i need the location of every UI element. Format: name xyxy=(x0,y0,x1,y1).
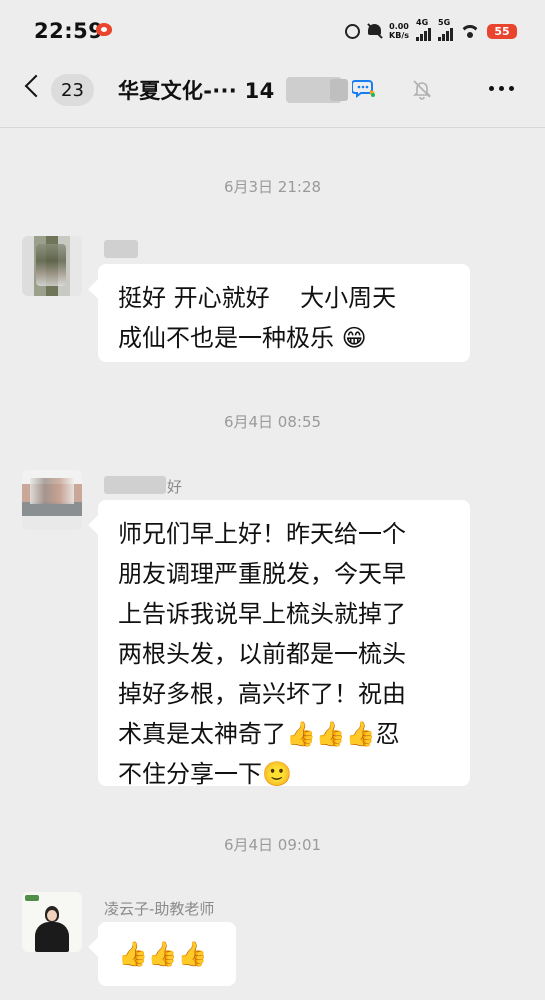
thumbs-up-emoji-icon: 👍👍👍 xyxy=(286,720,376,748)
avatar[interactable] xyxy=(22,892,82,952)
sender-name: 好 xyxy=(167,478,183,496)
message-line: 成仙不也是一种极乐 😁 xyxy=(118,318,450,358)
timestamp: 6月3日 21:28 xyxy=(223,178,322,196)
message-line: 术真是太神奇了👍👍👍忍 xyxy=(118,714,450,754)
group-chat-tag-icon[interactable] xyxy=(352,78,376,98)
weibo-notification-icon xyxy=(96,23,112,36)
message-line: 师兄们早上好！昨天给一个 xyxy=(118,520,406,548)
message-text: 成仙不也是一种极乐 xyxy=(118,324,342,352)
avatar[interactable] xyxy=(22,470,82,530)
sender-name: 凌云子-助教老师 xyxy=(104,900,215,918)
sender-name-redacted xyxy=(104,476,166,494)
battery-icon: 55 xyxy=(487,23,517,39)
timestamp: 6月4日 08:55 xyxy=(223,413,322,431)
mute-bell-icon[interactable] xyxy=(411,78,433,100)
message-line: 挺好 开心就好 大小周天 xyxy=(118,284,397,312)
back-chevron-icon[interactable] xyxy=(24,74,48,98)
status-time: 22:59 xyxy=(34,19,104,43)
message-bubble[interactable]: 👍👍👍 xyxy=(98,922,236,986)
message-text: 不住分享一下 xyxy=(118,760,262,788)
message-bubble[interactable]: 师兄们早上好！昨天给一个 朋友调理严重脱发，今天早 上告诉我说早上梳头就掉了 两… xyxy=(98,500,470,788)
signal-5g-label: 5G xyxy=(438,18,451,27)
title-redaction xyxy=(286,77,348,103)
message-line: 不住分享一下🙂 xyxy=(118,754,450,794)
chat-header: 23 华夏文化-··· 14 xyxy=(0,60,545,122)
network-speed: 0.00 KB/s xyxy=(389,22,409,40)
unread-count-badge[interactable]: 23 xyxy=(51,74,94,106)
header-divider xyxy=(0,127,545,128)
message-text: 术真是太神奇了 xyxy=(118,720,286,748)
alarm-icon xyxy=(345,23,361,39)
do-not-disturb-icon xyxy=(367,23,382,39)
message-line: 朋友调理严重脱发，今天早 xyxy=(118,560,406,588)
sender-name-redacted xyxy=(104,240,138,258)
message-line: 两根头发，以前都是一梳头 xyxy=(118,640,406,668)
signal-4g-label: 4G xyxy=(416,18,429,27)
smile-emoji-icon: 🙂 xyxy=(262,760,292,788)
wifi-icon xyxy=(460,23,480,39)
grinning-emoji-icon: 😁 xyxy=(341,324,367,352)
message-line: 掉好多根，高兴坏了！祝由 xyxy=(118,680,406,708)
message-text: 忍 xyxy=(375,720,400,748)
signal-4g-icon: 4G xyxy=(416,18,431,41)
status-icons: 0.00 KB/s 4G 5G 55 xyxy=(345,18,517,44)
network-speed-unit: KB/s xyxy=(389,31,409,40)
signal-5g-icon: 5G xyxy=(438,18,453,41)
timestamp: 6月4日 09:01 xyxy=(223,836,322,854)
avatar[interactable] xyxy=(22,236,82,296)
status-bar: 22:59 0.00 KB/s 4G 5G 55 xyxy=(0,0,545,60)
more-options-icon[interactable] xyxy=(489,86,514,91)
message-bubble[interactable]: 挺好 开心就好 大小周天 成仙不也是一种极乐 😁 xyxy=(98,264,470,362)
chat-title[interactable]: 华夏文化-··· 14 xyxy=(118,75,274,105)
thumbs-up-emoji-icon: 👍👍👍 xyxy=(118,940,208,968)
network-speed-value: 0.00 xyxy=(389,22,409,31)
message-line: 上告诉我说早上梳头就掉了 xyxy=(118,600,406,628)
